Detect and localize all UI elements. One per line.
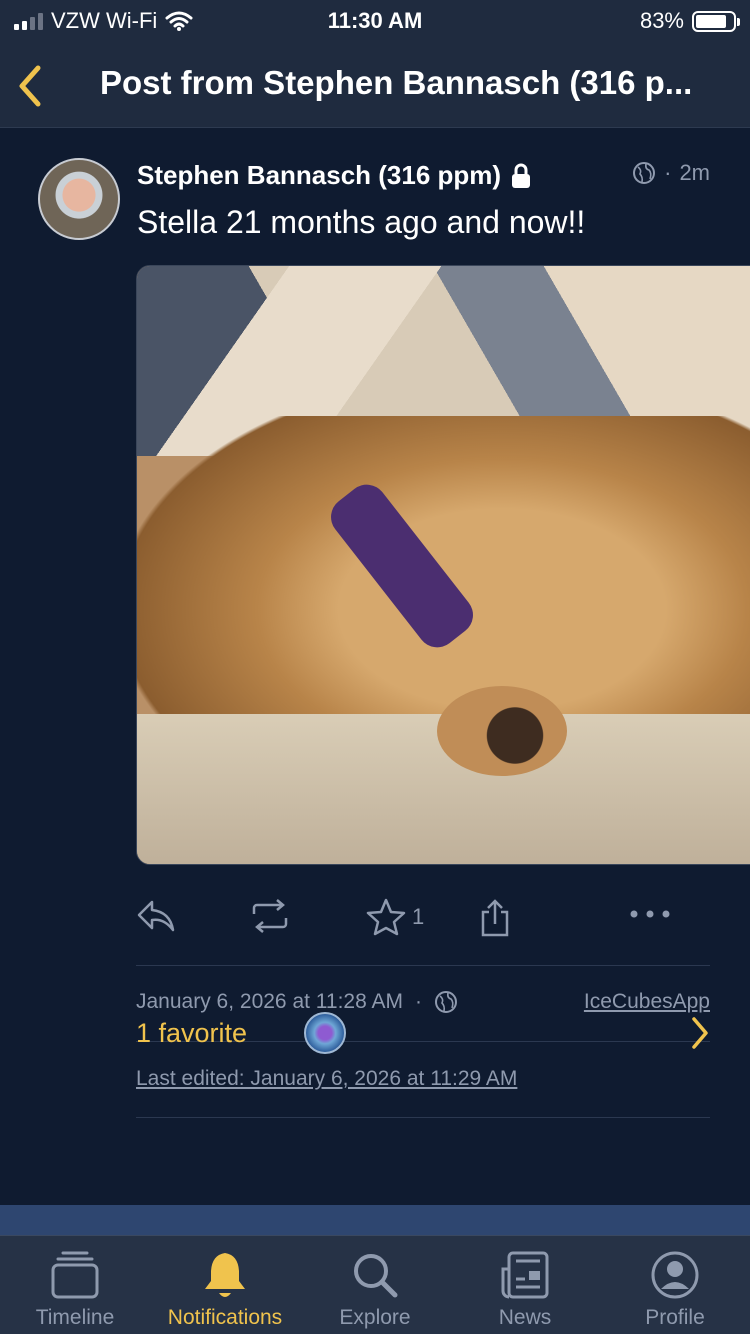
tab-profile[interactable]: Profile (600, 1248, 750, 1330)
edited-link[interactable]: Last edited: January 6, 2026 at 11:29 AM (136, 1067, 517, 1091)
divider (136, 965, 710, 966)
app-link[interactable]: IceCubesApp (584, 990, 710, 1014)
reply-button[interactable] (136, 898, 176, 934)
search-icon (354, 1254, 398, 1298)
favorites-label: 1 favorite (136, 1018, 248, 1048)
tab-label: News (498, 1306, 552, 1329)
post-image[interactable] (136, 265, 750, 865)
meta-separator: · (664, 160, 672, 185)
detail-separator: · (414, 990, 422, 1013)
tab-label: Explore (339, 1306, 411, 1329)
author-avatar[interactable] (38, 158, 120, 240)
globe-icon (434, 991, 457, 1013)
tab-news[interactable]: News (450, 1248, 600, 1330)
tab-notifications[interactable]: Notifications (150, 1248, 300, 1330)
favorites-row[interactable]: 1 favorite (136, 1012, 710, 1056)
share-icon (481, 899, 509, 937)
globe-icon (633, 162, 656, 184)
author-name-row[interactable]: Stephen Bannasch (316 ppm) (137, 160, 531, 191)
status-bar: VZW Wi-Fi 11:30 AM 83% (0, 0, 750, 42)
battery-icon (692, 10, 740, 32)
post-content: Stella 21 months ago and now!! (137, 204, 586, 240)
favoriter-avatar (304, 1012, 346, 1054)
battery-percent: 83% (639, 8, 684, 33)
lock-icon (512, 163, 531, 188)
chevron-right-icon (692, 1017, 708, 1049)
chevron-left-icon (19, 65, 41, 107)
back-button[interactable] (14, 64, 50, 108)
post-age: 2m (679, 160, 710, 185)
tab-label: Profile (645, 1306, 705, 1329)
tab-explore[interactable]: Explore (300, 1248, 450, 1330)
status-time: 11:30 AM (327, 8, 423, 33)
post-date: January 6, 2026 at 11:28 AM (136, 990, 403, 1013)
page-title: Post from Stephen Bannasch (316 p... (100, 64, 693, 101)
status-right: 83% (639, 8, 740, 34)
timeline-icon (51, 1251, 99, 1299)
next-post-strip (0, 1205, 750, 1235)
favorite-button[interactable]: 1 (366, 898, 424, 936)
favorite-count: 1 (412, 904, 425, 929)
edit-history-row: Last edited: January 6, 2026 at 11:29 AM (136, 1067, 710, 1091)
post-actions: 1 (136, 898, 710, 942)
post-detail-row: January 6, 2026 at 11:28 AM · IceCubesAp… (136, 990, 710, 1014)
tab-label: Notifications (167, 1306, 283, 1329)
tab-bar: Timeline Notifications Explore News Prof… (0, 1235, 750, 1334)
bell-icon (205, 1253, 245, 1297)
tab-label: Timeline (35, 1306, 115, 1329)
divider (136, 1117, 710, 1118)
repost-icon (252, 899, 288, 933)
newspaper-icon (501, 1251, 549, 1299)
reply-icon (137, 900, 175, 932)
share-button[interactable] (478, 898, 512, 938)
image-paw (437, 686, 567, 776)
ellipsis-icon (630, 910, 670, 918)
post-meta: · 2m (632, 160, 710, 186)
more-button[interactable] (628, 908, 672, 920)
tab-timeline[interactable]: Timeline (0, 1248, 150, 1330)
profile-icon (651, 1251, 699, 1299)
star-icon (366, 898, 406, 936)
nav-bar: Post from Stephen Bannasch (316 p... (0, 42, 750, 128)
author-name: Stephen Bannasch (316 ppm) (137, 160, 502, 190)
boost-button[interactable] (248, 898, 292, 934)
